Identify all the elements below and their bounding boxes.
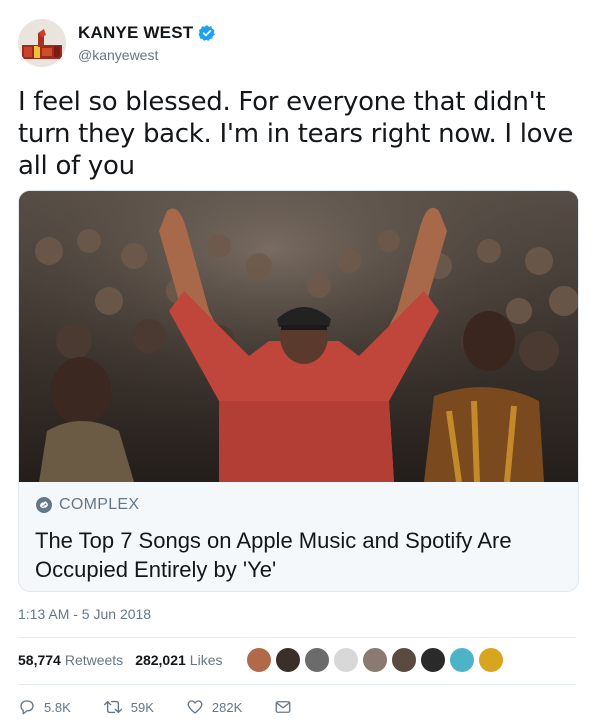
card-image [19, 191, 578, 482]
likes-label: Likes [189, 652, 223, 668]
divider [18, 637, 576, 638]
retweet-count: 59K [130, 699, 154, 715]
likes-count: 282,021 [135, 652, 186, 668]
liker-avatar[interactable] [304, 647, 331, 673]
author-display-name[interactable]: KANYE WEST [78, 23, 193, 43]
liker-avatar[interactable] [246, 647, 273, 673]
divider [18, 684, 576, 685]
reply-count: 5.8K [44, 699, 71, 715]
verified-badge-icon [198, 24, 216, 42]
likers-avatars [246, 647, 507, 673]
tweet-header: KANYE WEST @kanyewest [18, 18, 216, 68]
liker-avatar[interactable] [478, 647, 505, 673]
retweet-button[interactable]: 59K [103, 698, 154, 716]
author-avatar[interactable] [18, 19, 66, 67]
liker-avatar[interactable] [420, 647, 447, 673]
author-handle[interactable]: @kanyewest [78, 47, 216, 63]
link-preview-card[interactable]: COMPLEX The Top 7 Songs on Apple Music a… [18, 190, 579, 592]
tweet-timestamp[interactable]: 1:13 AM - 5 Jun 2018 [18, 606, 151, 622]
liker-avatar[interactable] [449, 647, 476, 673]
heart-icon [187, 700, 203, 714]
reply-button[interactable]: 5.8K [18, 698, 71, 716]
tweet-actions: 5.8K 59K 282K [18, 696, 332, 718]
envelope-icon [275, 701, 291, 713]
liker-avatar[interactable] [275, 647, 302, 673]
tweet-text: I feel so blessed. For everyone that did… [18, 87, 574, 181]
card-source: COMPLEX [59, 496, 140, 513]
like-button[interactable]: 282K [186, 698, 242, 716]
link-icon [35, 496, 53, 514]
retweet-icon [103, 700, 122, 714]
like-count: 282K [211, 699, 243, 715]
direct-message-button[interactable] [274, 698, 300, 716]
liker-avatar[interactable] [391, 647, 418, 673]
card-title[interactable]: The Top 7 Songs on Apple Music and Spoti… [35, 526, 562, 584]
retweets-stat[interactable]: 58,774 Retweets [18, 652, 123, 668]
retweets-count: 58,774 [18, 652, 61, 668]
likes-stat[interactable]: 282,021 Likes [135, 652, 222, 668]
retweets-label: Retweets [64, 652, 124, 668]
liker-avatar[interactable] [333, 647, 360, 673]
liker-avatar[interactable] [362, 647, 389, 673]
tweet-stats: 58,774 Retweets 282,021 Likes [18, 645, 578, 675]
reply-icon [20, 700, 34, 715]
